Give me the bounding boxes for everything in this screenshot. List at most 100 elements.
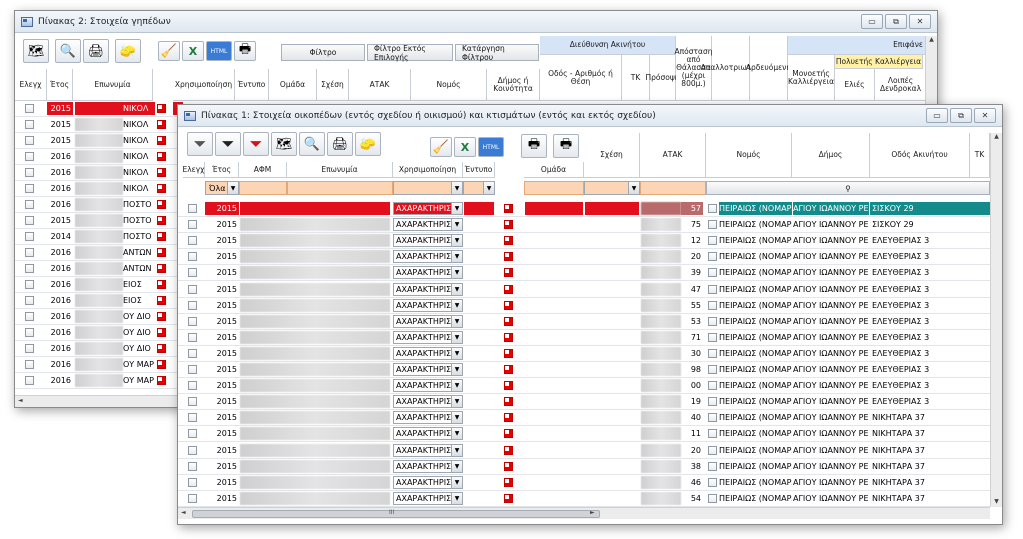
row-checkbox[interactable]: [188, 445, 197, 455]
name-filter-input[interactable]: [287, 181, 393, 195]
row-use[interactable]: ΑΧΑΡΑΚΤΗΡΙΣΤ ▼: [393, 443, 463, 457]
map-icon[interactable]: 🗺: [23, 39, 49, 63]
form-doc-icon[interactable]: [157, 374, 169, 387]
col-relation[interactable]: Σχέση: [317, 69, 349, 101]
form-doc-icon[interactable]: [504, 460, 516, 473]
relation-filter-combo[interactable]: ▼: [584, 181, 640, 195]
broom-icon[interactable]: 🧹: [430, 137, 452, 157]
scroll-left-arrow[interactable]: ◄: [181, 509, 186, 516]
atak-filter-input[interactable]: [640, 181, 706, 195]
dropdown-arrow-icon[interactable]: ▼: [483, 182, 494, 194]
dropdown-arrow-icon[interactable]: ▼: [451, 347, 462, 359]
front-vertical-scrollbar[interactable]: ▲ ▼: [990, 133, 1002, 507]
col-check[interactable]: Ελεγχ: [15, 69, 47, 101]
form-doc-icon[interactable]: [504, 283, 516, 296]
row-flag-checkbox[interactable]: [708, 316, 717, 326]
row-use[interactable]: ΑΧΑΡΑΚΤΗΡΙΣΤ ▼: [393, 475, 463, 489]
broom-icon[interactable]: 🧹: [158, 41, 180, 61]
restore-button[interactable]: ⧉: [885, 14, 907, 29]
col-group[interactable]: Ομάδα: [269, 69, 317, 101]
table-row[interactable]: 2015 ΑΧΑΡΑΚΤΗΡΙΣΤ ▼ 39 ΠΕΙΡΑΙΩΣ (ΝΟΜΑΡΧ ΑΓΙΟΥ…: [178, 265, 1002, 282]
table-row[interactable]: 2015 ΑΧΑΡΑΚΤΗΡΙΣΤ ▼ 98 ΠΕΙΡΑΙΩΣ (ΝΟΜΑΡΧ ΑΓΙΟΥ…: [178, 362, 1002, 378]
dropdown-arrow-icon[interactable]: ▼: [451, 235, 462, 247]
col-use[interactable]: Χρησιμοποίηση: [393, 162, 463, 178]
row-checkbox[interactable]: [188, 220, 197, 230]
row-use[interactable]: ΑΧΑΡΑΚΤΗΡΙΣΤ ▼: [393, 379, 463, 393]
row-flag-checkbox[interactable]: [708, 397, 717, 407]
form-doc-icon[interactable]: [504, 492, 516, 505]
table-row[interactable]: 2015 ΑΧΑΡΑΚΤΗΡΙΣΤ ▼ 19 ΠΕΙΡΑΙΩΣ (ΝΟΜΑΡΧ ΑΓΙΟΥ…: [178, 394, 1002, 411]
scroll-right-arrow[interactable]: ►: [590, 509, 595, 516]
row-use[interactable]: ΑΧΑΡΑΚΤΗΡΙΣΤ ▼: [393, 491, 463, 505]
col-relation[interactable]: Σχέση: [584, 133, 640, 178]
row-flag-checkbox[interactable]: [708, 381, 717, 391]
form-doc-icon[interactable]: [504, 315, 516, 328]
table-row[interactable]: 2015 ΑΧΑΡΑΚΤΗΡΙΣΤ ▼ 00 ΠΕΙΡΑΙΩΣ (ΝΟΜΑΡΧ ΑΓΙΟΥ…: [178, 378, 1002, 395]
row-checkbox[interactable]: [25, 104, 34, 113]
form-doc-icon[interactable]: [504, 250, 516, 263]
row-use[interactable]: ΑΧΑΡΑΚΤΗΡΙΣΤ ▼: [393, 395, 463, 409]
row-checkbox[interactable]: [25, 280, 34, 289]
row-flag-checkbox[interactable]: [708, 268, 717, 278]
row-checkbox[interactable]: [25, 168, 34, 177]
row-flag-checkbox[interactable]: [708, 445, 717, 455]
front-window-titlebar[interactable]: Πίνακας 1: Στοιχεία οικοπέδων (εντός σχε…: [178, 105, 1002, 127]
row-use[interactable]: ΑΧΑΡΑΚΤΗΡΙΣΤ ▼: [393, 411, 463, 425]
col-atak[interactable]: ΑΤΑΚ: [349, 69, 411, 101]
use-filter-combo[interactable]: ▼: [393, 181, 463, 195]
row-use[interactable]: ΑΧΑΡΑΚΤΗΡΙΣΤ ▼: [393, 234, 463, 248]
row-use[interactable]: ΑΧΑΡΑΚΤΗΡΙΣΤ ▼: [393, 346, 463, 360]
dropdown-arrow-icon[interactable]: ▼: [451, 182, 462, 194]
row-checkbox[interactable]: [188, 204, 197, 213]
dropdown-arrow-icon[interactable]: ▼: [451, 267, 462, 279]
table-row[interactable]: 2015 ΑΧΑΡΑΚΤΗΡΙΣΤ ▼ 57 ΠΕΙΡΑΙΩΣ (ΝΟΜΑΡΧ ΑΓΙΟΥ…: [178, 201, 1002, 217]
row-use[interactable]: ΑΧΑΡΑΚΤΗΡΙΣΤ ▼: [393, 250, 463, 264]
printer-all-icon[interactable]: 🖶: [553, 134, 579, 158]
dropdown-arrow-icon[interactable]: ▼: [451, 203, 462, 214]
form-doc-icon[interactable]: [157, 230, 169, 243]
table-row[interactable]: 2015 ΑΧΑΡΑΚΤΗΡΙΣΤ ▼ 54 ΠΕΙΡΑΙΩΣ (ΝΟΜΑΡΧ ΑΓΙΟΥ…: [178, 491, 1002, 507]
row-flag-checkbox[interactable]: [708, 348, 717, 358]
scroll-left-arrow[interactable]: ◄: [18, 397, 23, 404]
form-doc-icon[interactable]: [157, 150, 169, 163]
excel-icon[interactable]: X: [454, 137, 476, 157]
printer-icon[interactable]: 🖶: [521, 134, 547, 158]
filter-button[interactable]: Φίλτρο: [281, 44, 365, 61]
search-icon[interactable]: 🔍: [55, 39, 81, 63]
funnel-icon[interactable]: ⏷: [187, 132, 213, 156]
row-checkbox[interactable]: [25, 184, 34, 193]
form-doc-icon[interactable]: [504, 218, 516, 231]
html-icon[interactable]: HTML: [478, 137, 504, 157]
form-doc-icon[interactable]: [504, 379, 516, 392]
col-group[interactable]: Ομάδα: [524, 162, 584, 178]
col-frontage[interactable]: Πρόσοψη: [645, 55, 680, 101]
table-row[interactable]: 2015 ΑΧΑΡΑΚΤΗΡΙΣΤ ▼ 11 ΠΕΙΡΑΙΩΣ (ΝΟΜΑΡΧ ΑΓΙΟΥ…: [178, 426, 1002, 443]
form-doc-icon[interactable]: [504, 427, 516, 440]
col-olives[interactable]: Ελιές: [835, 69, 875, 101]
address-lock-button[interactable]: ⚲: [706, 181, 990, 195]
col-street[interactable]: Οδός Ακινήτου: [870, 133, 970, 178]
dropdown-arrow-icon[interactable]: ▼: [451, 315, 462, 327]
dropdown-arrow-icon[interactable]: ▼: [451, 283, 462, 295]
horizontal-scroll-thumb[interactable]: III: [192, 509, 600, 518]
form-doc-icon[interactable]: [157, 310, 169, 323]
row-checkbox[interactable]: [25, 200, 34, 209]
col-nomos[interactable]: Νομός: [411, 69, 487, 101]
row-flag-checkbox[interactable]: [708, 220, 717, 230]
form-doc-icon[interactable]: [157, 102, 169, 115]
col-form[interactable]: Έντυπο: [463, 162, 495, 178]
form-doc-icon[interactable]: [504, 266, 516, 279]
row-checkbox[interactable]: [188, 413, 197, 423]
form-filter-combo[interactable]: ▼: [463, 181, 495, 195]
table-row[interactable]: 2015 ΑΧΑΡΑΚΤΗΡΙΣΤ ▼ 47 ΠΕΙΡΑΙΩΣ (ΝΟΜΑΡΧ ΑΓΙΟΥ…: [178, 282, 1002, 298]
close-button[interactable]: ✕: [974, 108, 996, 123]
form-doc-icon[interactable]: [504, 411, 516, 424]
row-checkbox[interactable]: [188, 477, 197, 487]
print-preview-icon[interactable]: 🖨: [83, 39, 109, 63]
clear-filter-button[interactable]: Κατάργηση Φίλτρου: [455, 44, 539, 62]
row-flag-checkbox[interactable]: [708, 493, 717, 503]
minimize-button[interactable]: ▭: [861, 14, 883, 29]
dropdown-arrow-icon[interactable]: ▼: [451, 299, 462, 311]
row-checkbox[interactable]: [25, 296, 34, 305]
table-row[interactable]: 2015 ΑΧΑΡΑΚΤΗΡΙΣΤ ▼ 20 ΠΕΙΡΑΙΩΣ (ΝΟΜΑΡΧ ΑΓΙΟΥ…: [178, 249, 1002, 266]
